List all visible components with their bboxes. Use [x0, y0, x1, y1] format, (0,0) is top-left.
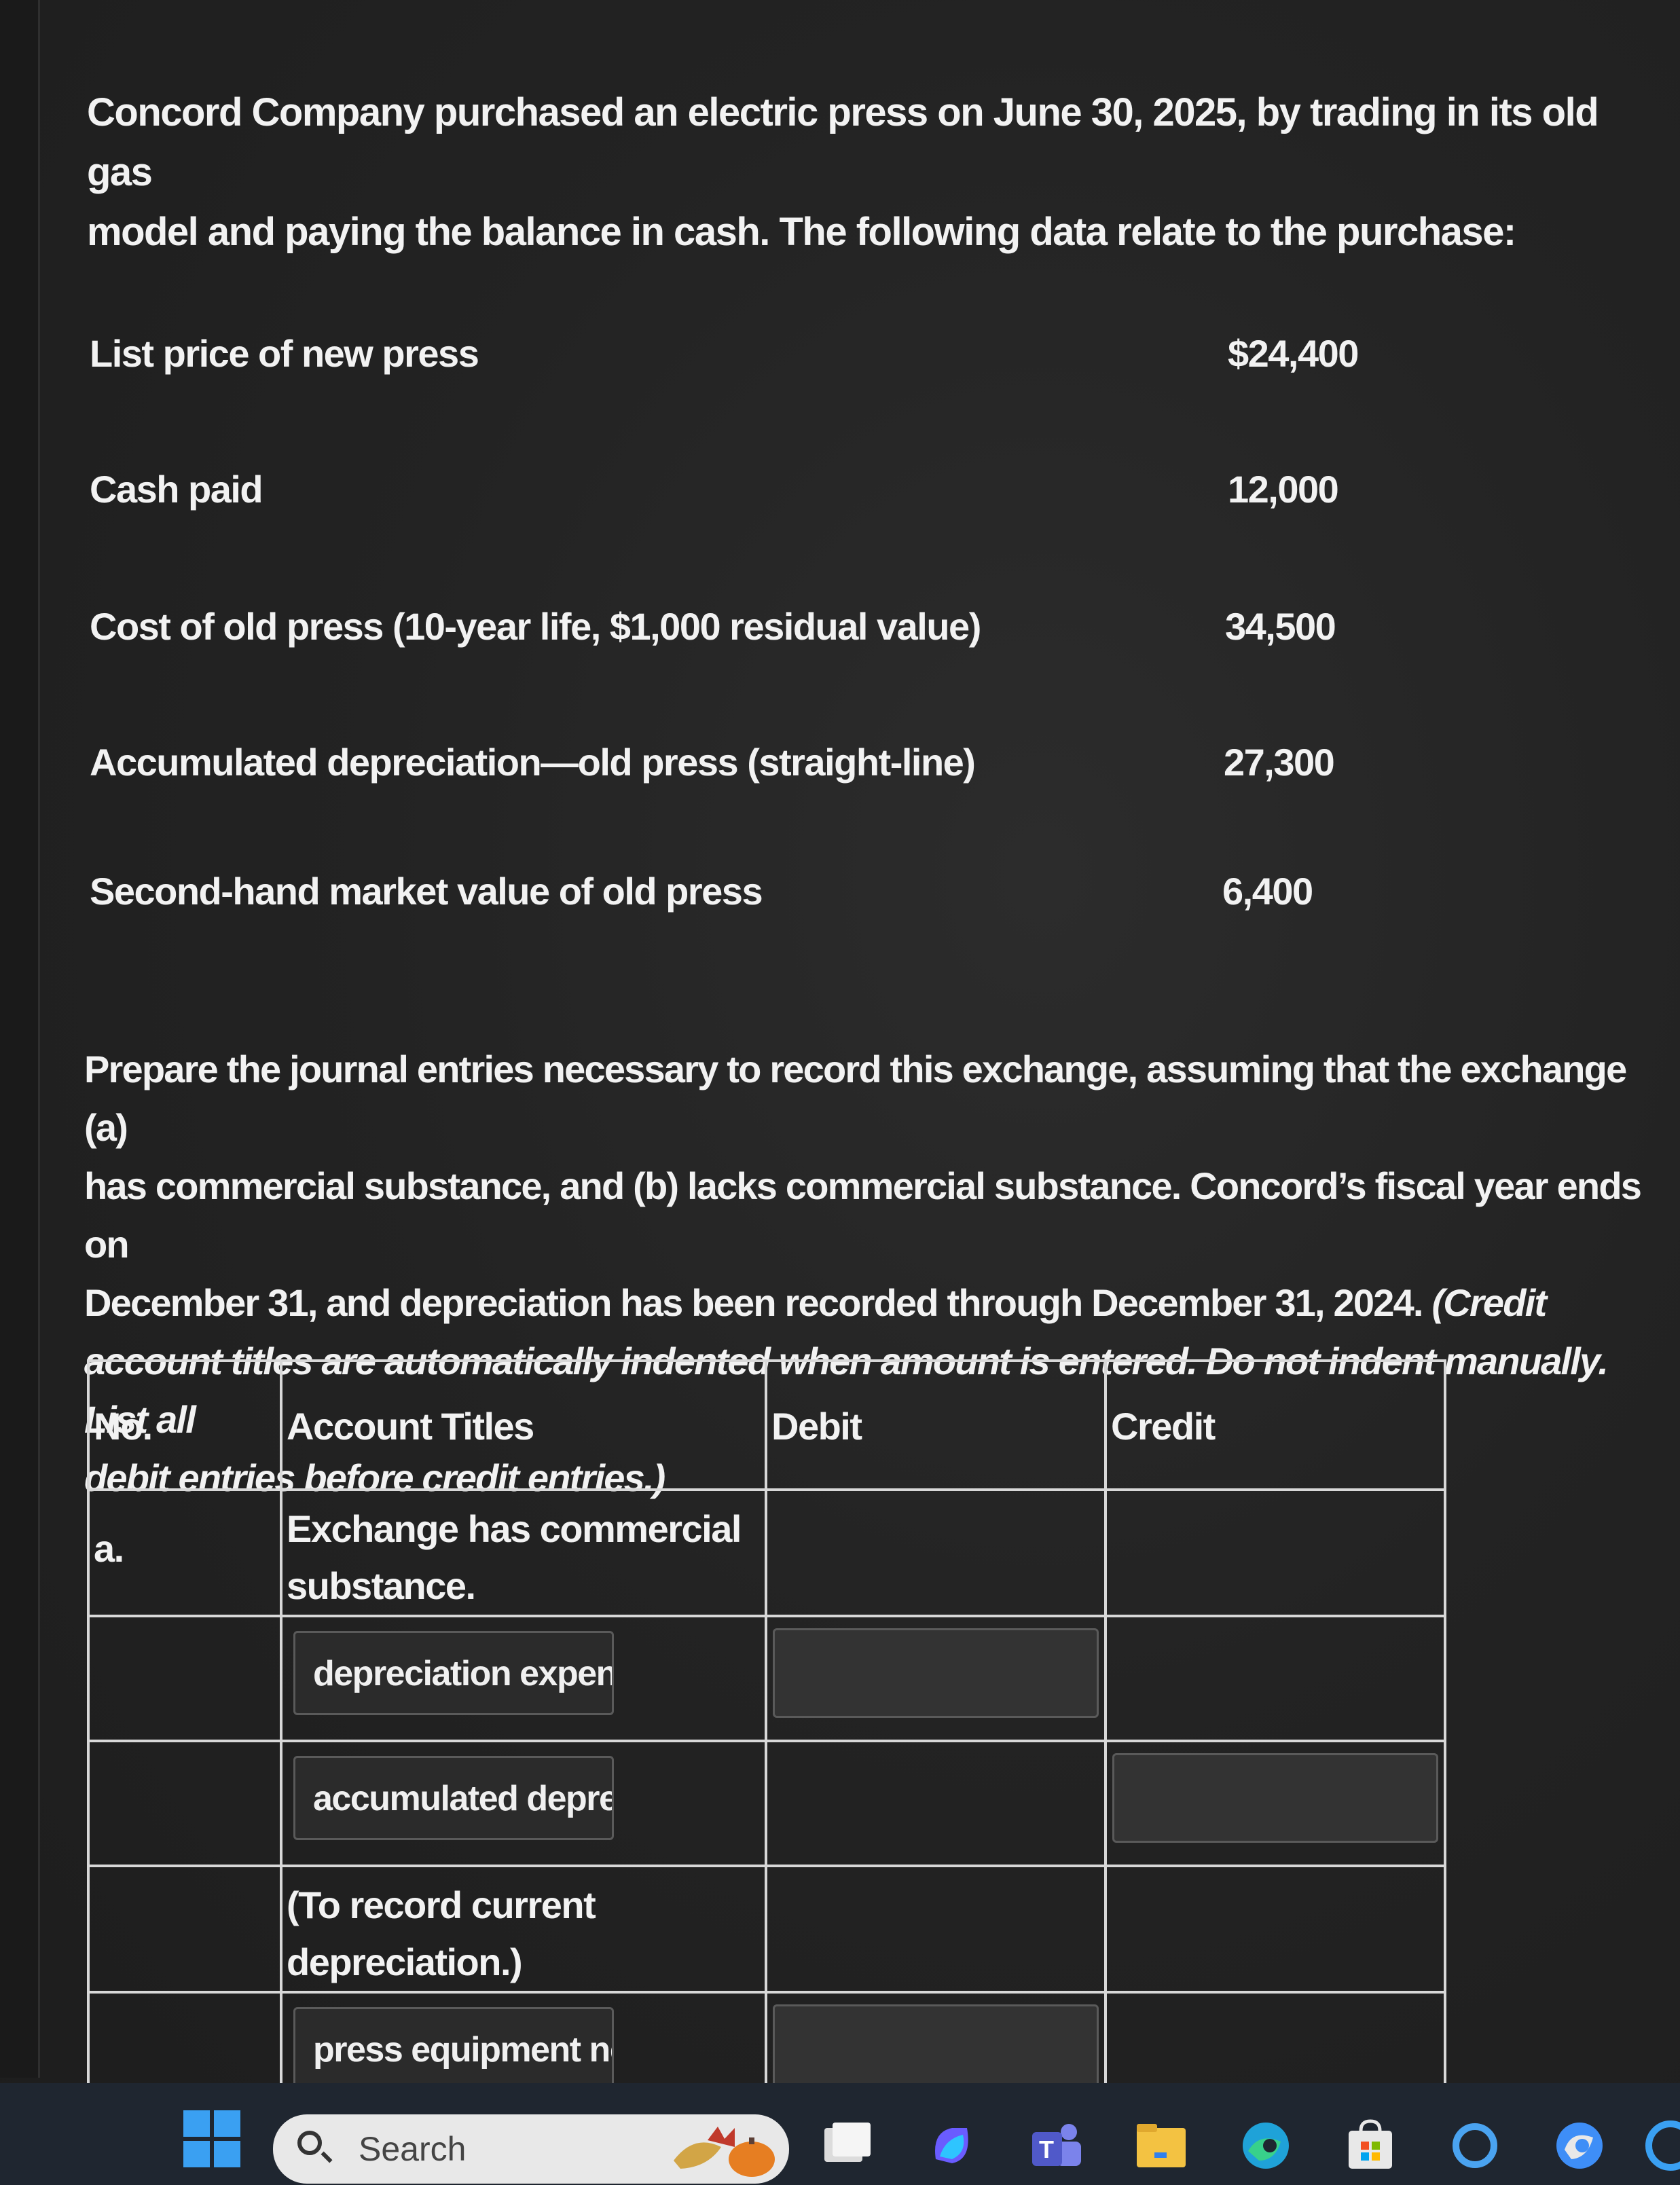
partial-app-icon[interactable] — [1643, 2118, 1680, 2173]
debit-cell — [765, 1488, 1107, 1617]
debit-amount-input[interactable] — [773, 1628, 1099, 1718]
task-view-icon[interactable] — [820, 2118, 875, 2173]
credit-cell — [1104, 1488, 1446, 1617]
entry-no: a. — [94, 1527, 124, 1570]
entry-no-cell — [87, 1740, 282, 1867]
instructions-line-2: has commercial substance, and (b) lacks … — [84, 1164, 1642, 1266]
table-row: depreciation expens — [87, 1615, 1446, 1742]
search-placeholder: Search — [359, 2130, 467, 2168]
account-title-input[interactable]: accumulated deprec — [293, 1756, 614, 1840]
header-credit: Credit — [1104, 1359, 1446, 1491]
copilot-icon[interactable] — [925, 2118, 979, 2173]
teams-icon[interactable]: T — [1029, 2118, 1084, 2173]
problem-intro: Concord Company purchased an electric pr… — [87, 83, 1615, 262]
header-account-titles: Account Titles — [280, 1359, 767, 1491]
data-value: 27,300 — [1224, 741, 1335, 784]
data-label: List price of new press — [90, 332, 479, 375]
data-label: Accumulated depreciation—old press (stra… — [90, 741, 976, 784]
account-cell: (To record current depreciation.) — [280, 1865, 767, 1994]
debit-cell — [765, 1865, 1107, 1994]
data-row-old-press-cost: Cost of old press (10-year life, $1,000 … — [90, 604, 1516, 665]
account-title-input[interactable]: depreciation expens — [293, 1631, 614, 1715]
autumn-pumpkin-icon — [674, 2127, 775, 2177]
header-debit: Debit — [765, 1359, 1107, 1491]
credit-cell — [1104, 1865, 1446, 1994]
cortana-ring-icon[interactable] — [1448, 2118, 1502, 2173]
data-label: Cost of old press (10-year life, $1,000 … — [90, 605, 981, 648]
edge-dev-icon[interactable] — [1552, 2118, 1607, 2173]
instructions-line-3: December 31, and depreciation has been r… — [84, 1274, 1673, 1332]
entry-heading: Exchange has commercial substance. — [287, 1507, 742, 1607]
svg-text:T: T — [1039, 2135, 1054, 2163]
account-title-input[interactable]: press equipment ne — [293, 2007, 614, 2091]
data-row-market-value: Second-hand market value of old press 6,… — [90, 869, 1516, 930]
edge-browser-icon[interactable] — [1239, 2118, 1293, 2173]
credit-amount-input[interactable] — [1112, 1753, 1438, 1843]
header-no: No. — [87, 1359, 282, 1491]
credit-cell — [1104, 1615, 1446, 1742]
search-icon — [297, 2131, 322, 2155]
windows-start-icon[interactable] — [183, 2110, 240, 2167]
table-row: (To record current depreciation.) — [87, 1865, 1446, 1994]
intro-line-1: Concord Company purchased an electric pr… — [87, 90, 1599, 194]
file-explorer-icon[interactable] — [1134, 2118, 1188, 2173]
entry-no-cell: a. — [87, 1488, 282, 1617]
monitor-screen: Concord Company purchased an electric pr… — [0, 0, 1680, 2185]
data-value: 6,400 — [1222, 870, 1313, 913]
data-row-list-price: List price of new press $24,400 — [90, 331, 1516, 392]
account-cell: depreciation expens — [280, 1615, 767, 1742]
instructions-line-3b: (Credit — [1431, 1281, 1547, 1324]
data-label: Second-hand market value of old press — [90, 870, 763, 913]
journal-entry-table: No. Account Titles Debit Credit a. Excha… — [87, 1359, 1446, 2118]
data-value: 12,000 — [1228, 468, 1339, 511]
table-header-row: No. Account Titles Debit Credit — [87, 1359, 1446, 1491]
data-label: Cash paid — [90, 468, 263, 511]
data-value: 34,500 — [1225, 605, 1336, 648]
screen-bezel — [0, 0, 40, 2078]
instructions-line-1: Prepare the journal entries necessary to… — [84, 1048, 1627, 1149]
taskbar: Search T — [0, 2083, 1680, 2185]
instructions-line-3a: December 31, and depreciation has been r… — [84, 1281, 1432, 1324]
account-cell: Exchange has commercial substance. — [280, 1488, 767, 1617]
taskbar-search[interactable]: Search — [273, 2114, 789, 2184]
data-value: $24,400 — [1228, 332, 1359, 375]
debit-amount-input[interactable] — [773, 2004, 1099, 2094]
entry-memo: (To record current depreciation.) — [287, 1884, 596, 1983]
table-row: accumulated deprec — [87, 1740, 1446, 1867]
account-cell: accumulated deprec — [280, 1740, 767, 1867]
intro-line-2: model and paying the balance in cash. Th… — [87, 210, 1516, 254]
entry-no-cell — [87, 1865, 282, 1994]
debit-cell — [765, 1740, 1107, 1867]
debit-cell — [765, 1615, 1107, 1742]
data-row-cash-paid: Cash paid 12,000 — [90, 467, 1516, 528]
data-row-accumulated-depreciation: Accumulated depreciation—old press (stra… — [90, 740, 1516, 801]
credit-cell — [1104, 1740, 1446, 1867]
table-row: a. Exchange has commercial substance. — [87, 1488, 1446, 1617]
entry-no-cell — [87, 1615, 282, 1742]
microsoft-store-icon[interactable] — [1343, 2118, 1398, 2173]
